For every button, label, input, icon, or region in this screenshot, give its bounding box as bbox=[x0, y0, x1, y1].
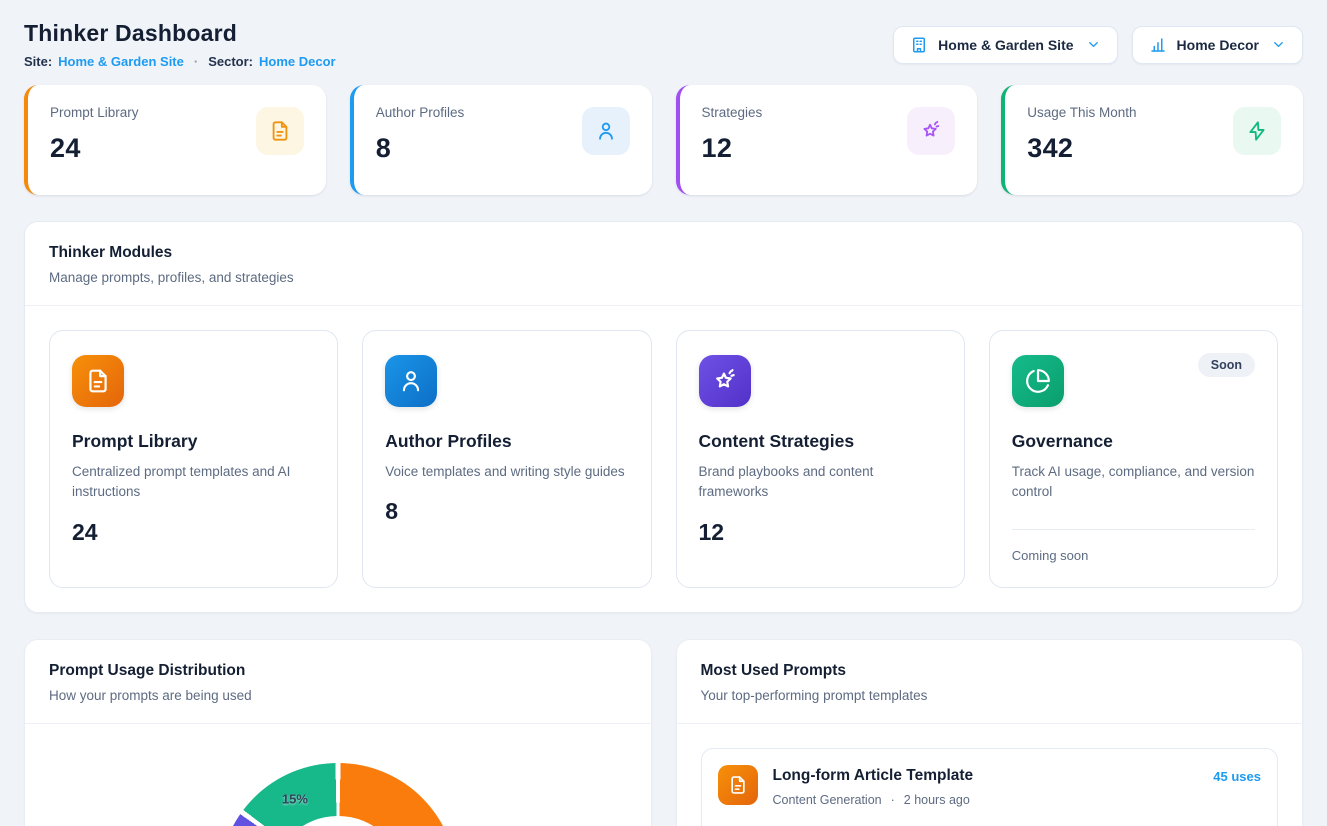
module-card-content-strategies[interactable]: Content Strategies Brand playbooks and c… bbox=[676, 330, 965, 588]
module-card-author-profiles[interactable]: Author Profiles Voice templates and writ… bbox=[362, 330, 651, 588]
sparkle-star-icon bbox=[920, 120, 942, 142]
user-icon bbox=[595, 120, 617, 142]
dashboard-page: Thinker Dashboard Site: Home & Garden Si… bbox=[0, 0, 1327, 826]
page-title: Thinker Dashboard bbox=[24, 20, 336, 47]
bar-chart-icon bbox=[1149, 36, 1167, 54]
stat-label: Author Profiles bbox=[376, 105, 465, 120]
header-controls: Home & Garden Site Home Decor bbox=[893, 26, 1303, 64]
most-used-prompts-card: Most Used Prompts Your top-performing pr… bbox=[676, 639, 1304, 826]
sector-label: Sector: bbox=[208, 54, 253, 69]
building-icon bbox=[910, 36, 928, 54]
module-title: Prompt Library bbox=[72, 431, 315, 452]
prompt-list-item[interactable]: Long-form Article Template Content Gener… bbox=[701, 748, 1279, 826]
stat-value: 8 bbox=[376, 133, 465, 164]
stat-card-prompt-library: Prompt Library 24 bbox=[24, 85, 326, 195]
prompts-card-subtitle: Your top-performing prompt templates bbox=[701, 688, 1279, 703]
chevron-down-icon bbox=[1086, 37, 1101, 52]
file-text-icon bbox=[85, 368, 111, 394]
prompt-uses-count: 45 uses bbox=[1213, 769, 1261, 784]
title-block: Thinker Dashboard Site: Home & Garden Si… bbox=[24, 20, 336, 69]
module-count: 12 bbox=[699, 519, 942, 546]
site-selector-dropdown[interactable]: Home & Garden Site bbox=[893, 26, 1117, 64]
module-title: Content Strategies bbox=[699, 431, 942, 452]
stat-card-usage: Usage This Month 342 bbox=[1001, 85, 1303, 195]
stat-value: 24 bbox=[50, 133, 139, 164]
site-label: Site: bbox=[24, 54, 52, 69]
file-text-icon bbox=[728, 775, 748, 795]
coming-soon-text: Coming soon bbox=[1012, 548, 1255, 563]
modules-panel: Thinker Modules Manage prompts, profiles… bbox=[24, 221, 1303, 613]
zap-icon bbox=[1246, 120, 1268, 142]
soon-badge: Soon bbox=[1198, 353, 1255, 377]
prompt-category: Content Generation bbox=[773, 793, 882, 807]
stat-card-strategies: Strategies 12 bbox=[676, 85, 978, 195]
module-title: Governance bbox=[1012, 431, 1255, 452]
module-description: Centralized prompt templates and AI inst… bbox=[72, 462, 315, 503]
bottom-row: Prompt Usage Distribution How your promp… bbox=[24, 639, 1303, 826]
breadcrumb: Site: Home & Garden Site · Sector: Home … bbox=[24, 54, 336, 69]
pie-chart-icon bbox=[1025, 368, 1051, 394]
stat-value: 342 bbox=[1027, 133, 1136, 164]
module-description: Voice templates and writing style guides bbox=[385, 462, 628, 482]
stats-row: Prompt Library 24 Author Profiles 8 Stra… bbox=[24, 85, 1303, 195]
separator-dot: · bbox=[891, 793, 895, 807]
prompt-title: Long-form Article Template bbox=[773, 767, 974, 785]
prompts-card-title: Most Used Prompts bbox=[701, 662, 1279, 680]
prompt-list: Long-form Article Template Content Gener… bbox=[677, 724, 1303, 826]
divider bbox=[1012, 529, 1255, 530]
stat-label: Usage This Month bbox=[1027, 105, 1136, 120]
usage-distribution-card: Prompt Usage Distribution How your promp… bbox=[24, 639, 652, 826]
module-description: Track AI usage, compliance, and version … bbox=[1012, 462, 1255, 503]
usage-card-subtitle: How your prompts are being used bbox=[49, 688, 627, 703]
file-text-icon bbox=[269, 120, 291, 142]
stat-label: Strategies bbox=[702, 105, 763, 120]
separator-dot: · bbox=[194, 54, 198, 69]
stat-card-author-profiles: Author Profiles 8 bbox=[350, 85, 652, 195]
modules-panel-header: Thinker Modules Manage prompts, profiles… bbox=[25, 222, 1302, 306]
modules-title: Thinker Modules bbox=[49, 244, 1278, 262]
sector-selector-dropdown[interactable]: Home Decor bbox=[1132, 26, 1303, 64]
site-link[interactable]: Home & Garden Site bbox=[58, 54, 184, 69]
donut-chart: 15% bbox=[219, 763, 457, 826]
user-icon bbox=[398, 368, 424, 394]
stat-label: Prompt Library bbox=[50, 105, 139, 120]
module-card-governance[interactable]: Soon Governance Track AI usage, complian… bbox=[989, 330, 1278, 588]
sector-selector-label: Home Decor bbox=[1177, 37, 1259, 53]
donut-slice-label: 15% bbox=[282, 792, 308, 807]
usage-card-title: Prompt Usage Distribution bbox=[49, 662, 627, 680]
sector-link[interactable]: Home Decor bbox=[259, 54, 336, 69]
module-description: Brand playbooks and content frameworks bbox=[699, 462, 942, 503]
sparkle-star-icon bbox=[712, 368, 738, 394]
module-card-prompt-library[interactable]: Prompt Library Centralized prompt templa… bbox=[49, 330, 338, 588]
modules-grid: Prompt Library Centralized prompt templa… bbox=[25, 306, 1302, 612]
modules-subtitle: Manage prompts, profiles, and strategies bbox=[49, 270, 1278, 285]
site-selector-label: Home & Garden Site bbox=[938, 37, 1073, 53]
prompt-timestamp: 2 hours ago bbox=[904, 793, 970, 807]
chevron-down-icon bbox=[1271, 37, 1286, 52]
module-count: 24 bbox=[72, 519, 315, 546]
donut-chart-area: 15% bbox=[25, 724, 651, 826]
module-count: 8 bbox=[385, 498, 628, 525]
stat-value: 12 bbox=[702, 133, 763, 164]
module-title: Author Profiles bbox=[385, 431, 628, 452]
header: Thinker Dashboard Site: Home & Garden Si… bbox=[24, 20, 1303, 69]
